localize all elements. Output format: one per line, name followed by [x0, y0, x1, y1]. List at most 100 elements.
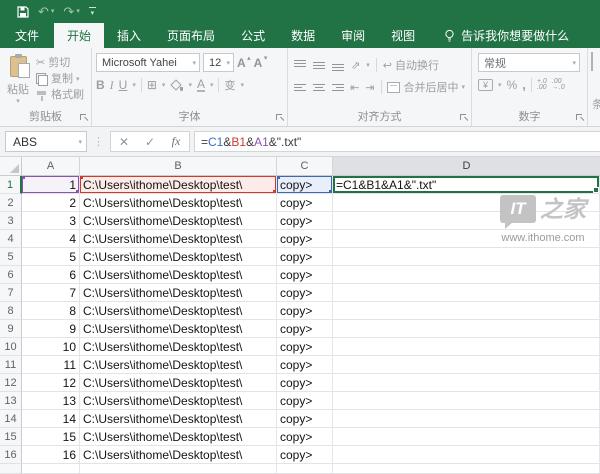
align-left-icon[interactable]: [294, 82, 307, 93]
row-header-8[interactable]: 8: [0, 302, 22, 320]
cell-d16[interactable]: [333, 446, 600, 464]
align-center-icon[interactable]: [313, 82, 326, 93]
row-header-14[interactable]: 14: [0, 410, 22, 428]
tab-视图[interactable]: 视图: [378, 23, 428, 48]
phonetic-dropdown-icon[interactable]: ▾: [240, 81, 244, 89]
cell-b14[interactable]: C:\Users\ithome\Desktop\test\: [80, 410, 277, 428]
cut-button[interactable]: ✂剪切: [36, 57, 84, 70]
cell-a5[interactable]: 5: [22, 248, 80, 266]
row-header-9[interactable]: 9: [0, 320, 22, 338]
cell-c8[interactable]: copy>: [277, 302, 333, 320]
customize-qat-button[interactable]: ▾: [89, 7, 96, 17]
decrease-font-button[interactable]: A▾: [254, 56, 268, 70]
row-header-15[interactable]: 15: [0, 428, 22, 446]
cell-a9[interactable]: 9: [22, 320, 80, 338]
cell-c10[interactable]: copy>: [277, 338, 333, 356]
underline-dropdown-icon[interactable]: ▾: [132, 81, 136, 89]
cell-d13[interactable]: [333, 392, 600, 410]
row-header-11[interactable]: 11: [0, 356, 22, 374]
cell-c14[interactable]: copy>: [277, 410, 333, 428]
row-header-13[interactable]: 13: [0, 392, 22, 410]
cell-b12[interactable]: C:\Users\ithome\Desktop\test\: [80, 374, 277, 392]
cell-a15[interactable]: 15: [22, 428, 80, 446]
cell-partial[interactable]: [80, 464, 277, 474]
font-dialog-launcher[interactable]: [276, 114, 284, 122]
font-size-select[interactable]: 12▾: [203, 53, 234, 72]
cell-c13[interactable]: copy>: [277, 392, 333, 410]
cell-partial[interactable]: [277, 464, 333, 474]
row-header-7[interactable]: 7: [0, 284, 22, 302]
cell-a1[interactable]: 1: [22, 176, 80, 194]
cell-a13[interactable]: 13: [22, 392, 80, 410]
cell-a7[interactable]: 7: [22, 284, 80, 302]
name-box-dropdown-icon[interactable]: ▾: [78, 138, 82, 146]
paste-dropdown-icon[interactable]: ▾: [16, 97, 20, 105]
cancel-button[interactable]: ✕: [111, 135, 137, 149]
increase-indent-icon[interactable]: ⇥: [365, 81, 374, 94]
cell-b3[interactable]: C:\Users\ithome\Desktop\test\: [80, 212, 277, 230]
row-header-12[interactable]: 12: [0, 374, 22, 392]
formula-input[interactable]: =C1&B1&A1&".txt": [194, 131, 600, 152]
cell-b15[interactable]: C:\Users\ithome\Desktop\test\: [80, 428, 277, 446]
number-format-select[interactable]: 常规▾: [478, 53, 580, 72]
cell-a2[interactable]: 2: [22, 194, 80, 212]
cell-a11[interactable]: 11: [22, 356, 80, 374]
italic-button[interactable]: I: [110, 78, 114, 93]
row-header-10[interactable]: 10: [0, 338, 22, 356]
cell-d3[interactable]: [333, 212, 600, 230]
cell-b2[interactable]: C:\Users\ithome\Desktop\test\: [80, 194, 277, 212]
tab-开始[interactable]: 开始: [54, 23, 104, 48]
fill-color-dropdown-icon[interactable]: ▾: [188, 81, 192, 89]
cell-d6[interactable]: [333, 266, 600, 284]
increase-decimal-button[interactable]: +.0.00: [537, 79, 547, 91]
cell-a12[interactable]: 12: [22, 374, 80, 392]
cell-d5[interactable]: [333, 248, 600, 266]
cell-a10[interactable]: 10: [22, 338, 80, 356]
undo-dropdown-icon[interactable]: ▾: [51, 8, 55, 15]
merge-dropdown-icon[interactable]: ▾: [461, 83, 465, 91]
align-right-icon[interactable]: [331, 82, 344, 93]
accounting-dropdown-icon[interactable]: ▾: [498, 81, 502, 89]
borders-button[interactable]: ⊞: [147, 78, 157, 92]
cell-c16[interactable]: copy>: [277, 446, 333, 464]
cell-b16[interactable]: C:\Users\ithome\Desktop\test\: [80, 446, 277, 464]
row-header-3[interactable]: 3: [0, 212, 22, 230]
decrease-decimal-button[interactable]: .00→.0: [552, 79, 565, 91]
tab-file[interactable]: 文件: [0, 23, 54, 48]
phonetic-guide-button[interactable]: 变: [224, 77, 235, 93]
wrap-text-button[interactable]: ↩自动换行: [383, 57, 439, 73]
cell-d2[interactable]: [333, 194, 600, 212]
undo-button[interactable]: ↶▾: [38, 5, 54, 18]
font-color-button[interactable]: A: [197, 79, 205, 92]
percent-style-button[interactable]: %: [507, 78, 518, 92]
bold-button[interactable]: B: [96, 78, 105, 92]
cell-d11[interactable]: [333, 356, 600, 374]
alignment-dialog-launcher[interactable]: [460, 114, 468, 122]
cell-c15[interactable]: copy>: [277, 428, 333, 446]
cell-b13[interactable]: C:\Users\ithome\Desktop\test\: [80, 392, 277, 410]
save-icon[interactable]: [17, 6, 29, 18]
cell-b6[interactable]: C:\Users\ithome\Desktop\test\: [80, 266, 277, 284]
align-top-icon[interactable]: [294, 60, 307, 71]
cell-b7[interactable]: C:\Users\ithome\Desktop\test\: [80, 284, 277, 302]
cell-a16[interactable]: 16: [22, 446, 80, 464]
align-bottom-icon[interactable]: [332, 60, 345, 71]
cell-b5[interactable]: C:\Users\ithome\Desktop\test\: [80, 248, 277, 266]
cell-partial[interactable]: [333, 464, 600, 474]
cell-d12[interactable]: [333, 374, 600, 392]
name-box[interactable]: ABS▾: [5, 131, 87, 152]
tab-插入[interactable]: 插入: [104, 23, 154, 48]
cell-b11[interactable]: C:\Users\ithome\Desktop\test\: [80, 356, 277, 374]
cell-a14[interactable]: 14: [22, 410, 80, 428]
cell-b1[interactable]: C:\Users\ithome\Desktop\test\: [80, 176, 277, 194]
cell-d7[interactable]: [333, 284, 600, 302]
decrease-indent-icon[interactable]: ⇤: [350, 81, 359, 94]
underline-button[interactable]: U: [119, 78, 128, 92]
row-header-partial[interactable]: [0, 464, 22, 474]
merge-center-button[interactable]: 合并后居中▾: [387, 79, 465, 95]
orientation-button[interactable]: ⇗: [351, 59, 360, 72]
align-middle-icon[interactable]: [313, 60, 326, 71]
tab-页面布局[interactable]: 页面布局: [154, 23, 228, 48]
tab-公式[interactable]: 公式: [228, 23, 278, 48]
redo-dropdown-icon[interactable]: ▾: [76, 8, 80, 15]
